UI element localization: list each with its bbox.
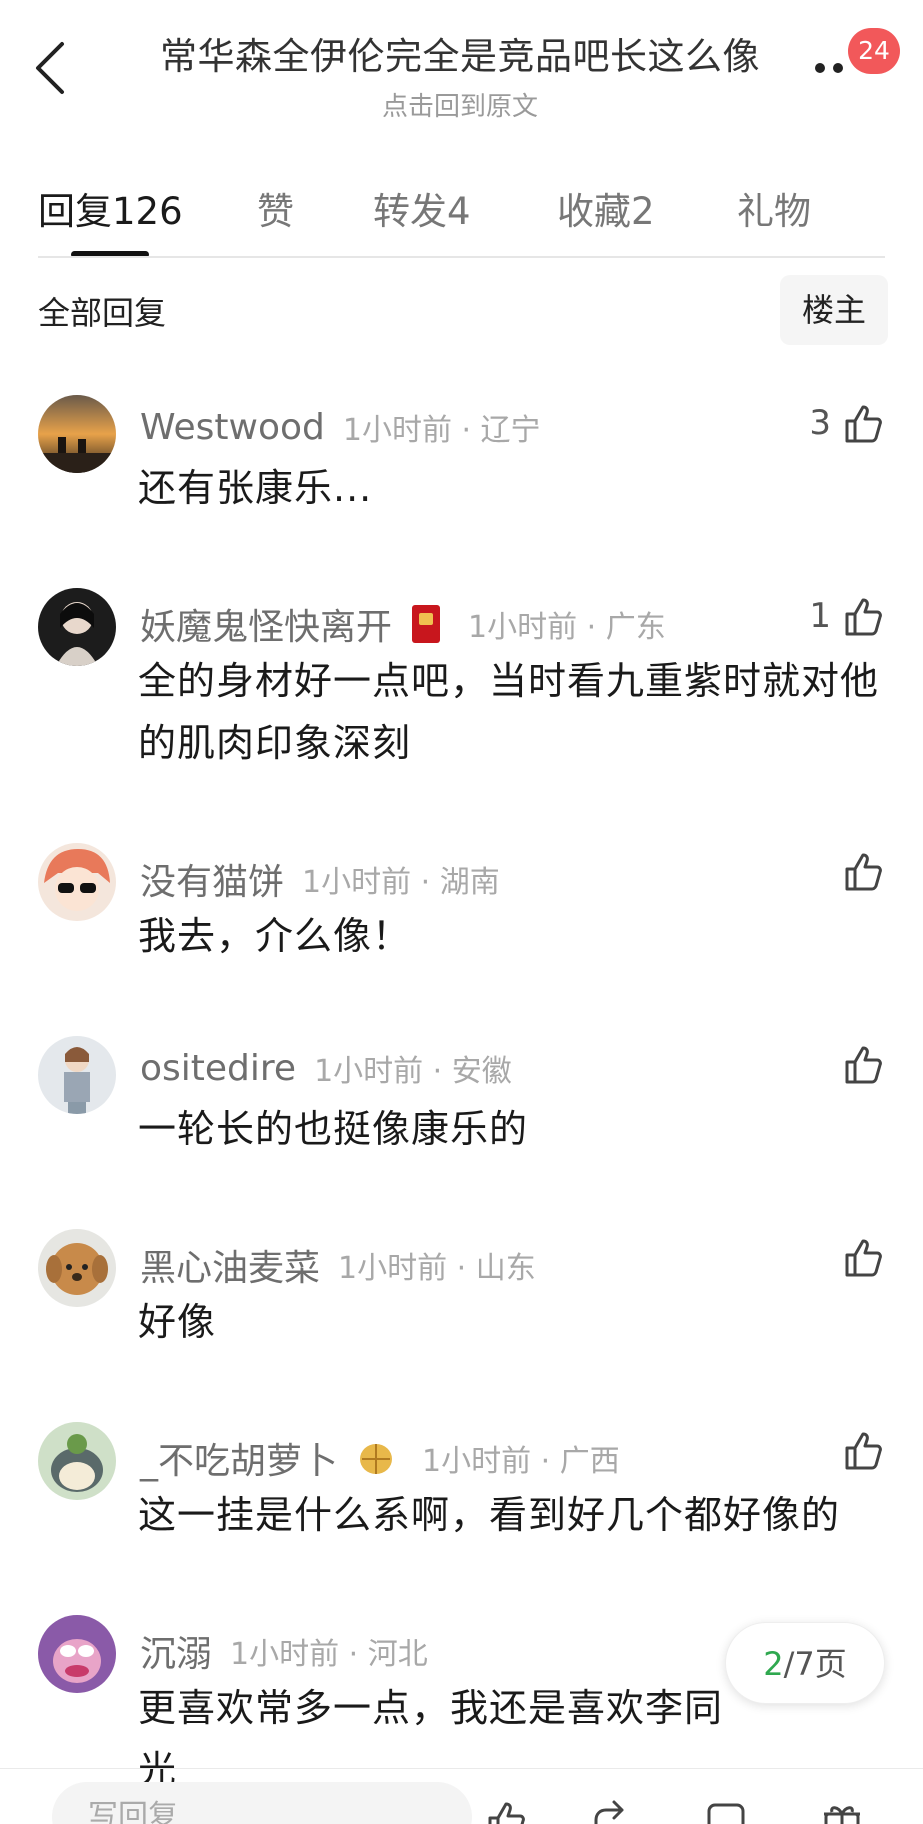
back-arrow-icon[interactable] [30, 38, 74, 98]
all-replies-label: 全部回复 [38, 294, 167, 332]
notification-badge[interactable]: 24 [848, 28, 900, 74]
like-button[interactable] [831, 1428, 885, 1472]
comment-meta: _不吃胡萝卜 1小时前 · 广西 [140, 1432, 620, 1484]
tab-gifts[interactable]: 礼物 [737, 181, 811, 235]
thumbs-up-icon [845, 1046, 882, 1084]
lantern-icon [360, 1444, 393, 1474]
thumbs-up-icon [845, 598, 882, 636]
comment-text[interactable]: 一轮长的也挺像康乐的 [138, 1098, 898, 1160]
comment-text[interactable]: 我去，介么像！ [138, 905, 898, 967]
time-location: 1小时前 · 广东 [468, 610, 666, 645]
tab-label: 礼物 [737, 190, 811, 233]
red-envelope-icon [412, 605, 441, 643]
current-page: 2 [763, 1645, 784, 1683]
divider [38, 256, 885, 258]
tab-label: 收藏 [557, 190, 631, 233]
tab-reposts[interactable]: 转发4 [373, 181, 471, 235]
username[interactable]: ositedire [140, 1048, 296, 1089]
post-title: 常华森全伊伦完全是竞品吧长这么像 [160, 35, 760, 78]
comment-text[interactable]: 好像 [138, 1291, 898, 1353]
avatar[interactable] [38, 1615, 116, 1693]
username[interactable]: Westwood [140, 407, 325, 448]
thumbs-up-icon [845, 1432, 882, 1470]
tab-count: 126 [112, 190, 183, 233]
username[interactable]: _不吃胡萝卜 [140, 1432, 338, 1484]
tab-label: 转发 [373, 190, 447, 233]
comment-meta: ositedire 1小时前 · 安徽 [140, 1046, 512, 1090]
share-icon[interactable] [588, 1798, 632, 1824]
tab-label: 回复 [38, 190, 112, 233]
time-location: 1小时前 · 辽宁 [342, 413, 541, 448]
avatar[interactable] [38, 843, 116, 921]
thumbs-up-icon [845, 1239, 882, 1277]
top-bar: 常华森全伊伦完全是竞品吧长这么像 点击回到原文 24 [0, 0, 923, 130]
more-options-icon[interactable] [812, 56, 852, 80]
like-button[interactable] [831, 1235, 885, 1279]
thumbs-up-icon [845, 853, 882, 891]
avatar[interactable] [38, 1229, 116, 1307]
post-title-link[interactable]: 常华森全伊伦完全是竞品吧长这么像 点击回到原文 [140, 26, 780, 123]
username[interactable]: 黑心油麦菜 [140, 1239, 320, 1291]
time-location: 1小时前 · 广西 [422, 1444, 620, 1479]
comment-text[interactable]: 还有张康乐... [138, 457, 898, 519]
tab-favorites[interactable]: 收藏2 [557, 181, 655, 235]
tab-count: 4 [447, 190, 471, 233]
comment-meta: 黑心油麦菜 1小时前 · 山东 [140, 1239, 536, 1291]
comment-meta: Westwood 1小时前 · 辽宁 [140, 405, 541, 449]
username[interactable]: 没有猫饼 [140, 853, 284, 905]
thumbs-up-icon [845, 405, 882, 443]
comment-meta: 妖魔鬼怪快离开 1小时前 · 广东 [140, 598, 666, 650]
owner-only-button[interactable]: 楼主 [780, 275, 888, 345]
like-button[interactable] [831, 1042, 885, 1086]
tab-replies[interactable]: 回复126 [38, 181, 183, 235]
total-pages: /7页 [783, 1645, 847, 1683]
comment-meta: 没有猫饼 1小时前 · 湖南 [140, 853, 500, 905]
tab-bar: 回复126 赞 转发4 收藏2 礼物 [0, 175, 923, 258]
comment-meta: 沉溺 1小时前 · 河北 [140, 1625, 428, 1677]
time-location: 1小时前 · 湖南 [302, 865, 500, 900]
tab-label: 赞 [257, 190, 294, 233]
reply-input[interactable]: 写回复 [52, 1782, 472, 1824]
like-button[interactable] [831, 849, 885, 893]
tab-likes[interactable]: 赞 [257, 181, 294, 235]
like-count: 1 [809, 596, 831, 636]
divider [0, 1768, 923, 1769]
time-location: 1小时前 · 河北 [230, 1637, 428, 1672]
avatar[interactable] [38, 1422, 116, 1500]
back-to-post-hint: 点击回到原文 [381, 92, 538, 122]
like-button[interactable]: 3 [809, 401, 885, 445]
avatar[interactable] [38, 1036, 116, 1114]
comment-icon[interactable] [704, 1798, 748, 1824]
like-count: 3 [809, 403, 831, 443]
avatar[interactable] [38, 395, 116, 473]
time-location: 1小时前 · 山东 [338, 1251, 536, 1286]
avatar[interactable] [38, 588, 116, 666]
like-button[interactable]: 1 [809, 594, 885, 638]
tab-count: 2 [631, 190, 655, 233]
time-location: 1小时前 · 安徽 [314, 1054, 512, 1089]
thumbs-up-icon[interactable] [484, 1798, 528, 1824]
username[interactable]: 沉溺 [140, 1625, 212, 1677]
page-indicator[interactable]: 2/7页 [725, 1622, 885, 1704]
gift-icon[interactable] [820, 1798, 864, 1824]
username[interactable]: 妖魔鬼怪快离开 [140, 598, 392, 650]
comment-text[interactable]: 全的身材好一点吧，当时看九重紫时就对他的肌肉印象深刻 [138, 650, 898, 774]
comment-text[interactable]: 这一挂是什么系啊，看到好几个都好像的 [138, 1484, 898, 1546]
